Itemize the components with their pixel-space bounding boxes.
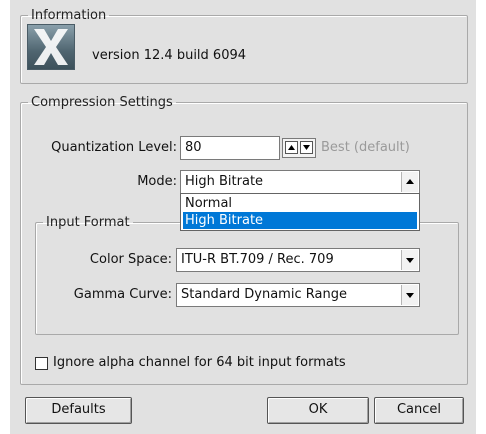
information-group: Information xyxy=(20,8,468,84)
defaults-button[interactable]: Defaults xyxy=(25,397,132,424)
mode-option-high-bitrate[interactable]: High Bitrate xyxy=(183,212,417,229)
spin-down-icon[interactable] xyxy=(300,141,313,154)
mode-label: Mode: xyxy=(137,174,177,189)
spin-up-icon[interactable] xyxy=(285,141,298,154)
gamma-curve-label: Gamma Curve: xyxy=(73,287,172,302)
quantization-input[interactable]: 80 xyxy=(180,136,280,160)
color-space-value: ITU-R BT.709 / Rec. 709 xyxy=(181,252,334,267)
compression-settings-legend: Compression Settings xyxy=(31,95,173,110)
quantization-spinner[interactable] xyxy=(282,138,316,158)
cancel-button[interactable]: Cancel xyxy=(374,397,464,424)
quantization-label: Quantization Level: xyxy=(51,140,177,155)
mode-dropdown-list: Normal High Bitrate xyxy=(180,193,420,231)
gamma-curve-combo[interactable]: Standard Dynamic Range xyxy=(176,283,420,307)
app-logo-icon xyxy=(27,24,75,70)
input-format-group: Input Format xyxy=(35,215,459,335)
chevron-down-icon[interactable] xyxy=(401,285,418,305)
color-space-label: Color Space: xyxy=(89,252,172,267)
quantization-hint: Best (default) xyxy=(321,140,410,155)
version-text: version 12.4 build 6094 xyxy=(92,48,247,63)
mode-option-normal[interactable]: Normal xyxy=(183,195,417,212)
chevron-up-icon[interactable] xyxy=(401,172,418,192)
color-space-combo[interactable]: ITU-R BT.709 / Rec. 709 xyxy=(176,248,420,272)
ok-button[interactable]: OK xyxy=(267,397,369,424)
chevron-down-icon[interactable] xyxy=(401,250,418,270)
information-legend: Information xyxy=(31,8,107,23)
gamma-curve-value: Standard Dynamic Range xyxy=(181,287,347,302)
mode-value: High Bitrate xyxy=(185,174,264,189)
mode-combo[interactable]: High Bitrate xyxy=(180,170,420,194)
ignore-alpha-label[interactable]: Ignore alpha channel for 64 bit input fo… xyxy=(53,355,346,370)
compression-dialog: Information version 12.4 build 6094 Comp… xyxy=(10,0,476,434)
ignore-alpha-checkbox[interactable] xyxy=(35,357,48,370)
input-format-legend: Input Format xyxy=(46,215,130,230)
